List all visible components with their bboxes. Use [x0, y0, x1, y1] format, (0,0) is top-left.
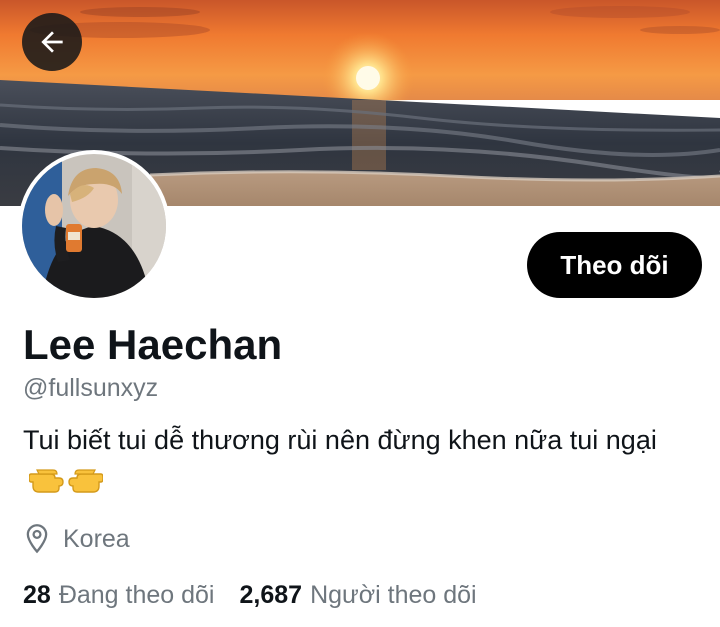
following-count: 28 [23, 580, 51, 609]
followers-count: 2,687 [239, 580, 303, 609]
follow-button[interactable]: Theo dõi [527, 232, 702, 298]
display-name: Lee Haechan [23, 321, 283, 368]
pointing-hands-emoji [28, 460, 104, 509]
location: Korea [23, 521, 130, 557]
followers-link[interactable]: 2,687 Người theo dõi [240, 581, 477, 610]
back-button[interactable] [22, 13, 82, 71]
profile-photo [22, 154, 166, 298]
location-pin-icon [23, 523, 51, 555]
arrow-left-icon [41, 31, 63, 53]
following-label: Đang theo dõi [58, 580, 215, 609]
location-text: Korea [63, 524, 130, 553]
avatar[interactable] [18, 150, 170, 302]
bio-text: Tui biết tui dễ thương rùi nên đừng khen… [23, 425, 657, 455]
username-handle: @fullsunxyz [23, 374, 159, 402]
bio: Tui biết tui dễ thương rùi nên đừng khen… [23, 420, 703, 509]
followers-label: Người theo dõi [310, 580, 477, 609]
following-link[interactable]: 28 Đang theo dõi [23, 581, 215, 610]
pointing-hands-icon [28, 469, 104, 493]
follow-stats: 28 Đang theo dõi 2,687 Người theo dõi [23, 578, 477, 612]
